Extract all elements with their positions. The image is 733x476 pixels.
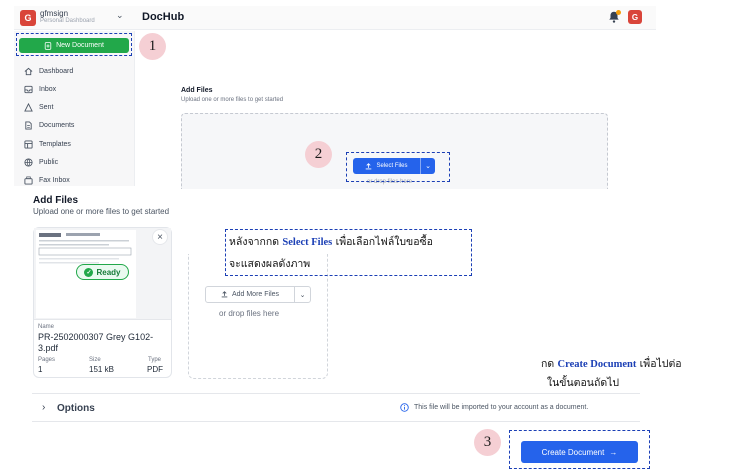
- step3-note-suffix: เพื่อไปต่อ: [636, 358, 682, 370]
- add-files-title: Add Files: [181, 87, 213, 94]
- sidebar-item-fax-inbox[interactable]: Fax Inbox: [24, 176, 70, 185]
- file-name-label: Name: [38, 324, 55, 330]
- file-pages-value: 1: [38, 365, 43, 374]
- sidebar-item-templates[interactable]: Templates: [24, 140, 71, 149]
- add-files-title: Add Files: [33, 195, 79, 206]
- check-icon: ✓: [84, 267, 94, 277]
- step2-marker: 2: [305, 141, 332, 168]
- info-icon: [400, 403, 409, 412]
- step3-note-line2: ในขั้นตอนถัดไป: [547, 377, 620, 389]
- step2-note-line2: จะแสดงผลดังภาพ: [229, 258, 311, 270]
- inbox-icon: [24, 85, 33, 94]
- workspace-subtitle: Personal Dashboard: [40, 18, 95, 24]
- upload-icon: [221, 291, 228, 298]
- sidebar-item-documents[interactable]: Documents: [24, 121, 74, 130]
- sidebar-item-dashboard[interactable]: Dashboard: [24, 67, 73, 76]
- chevron-down-icon[interactable]: ⌄: [294, 287, 310, 302]
- sidebar-item-label: Sent: [39, 104, 54, 111]
- step2-highlight-box: [346, 152, 450, 182]
- fax-icon: [24, 176, 33, 185]
- app-title: DocHub: [142, 11, 185, 23]
- file-type-value: PDF: [147, 365, 163, 374]
- ready-status-badge: ✓ Ready: [76, 264, 129, 280]
- send-icon: [24, 103, 33, 112]
- sidebar-item-label: Public: [39, 159, 59, 166]
- sidebar-item-label: Templates: [39, 141, 71, 148]
- step2-note-line1: หลังจากกด Select Files เพื่อเลือกไฟล์ใบข…: [229, 231, 433, 254]
- file-name: PR-2502000307 Grey G102-3.pdf: [38, 332, 154, 353]
- chevron-down-icon[interactable]: ⌄: [116, 10, 124, 21]
- add-more-files-label: Add More Files: [231, 291, 280, 298]
- sidebar-item-public[interactable]: Public: [24, 158, 58, 167]
- add-files-subtitle: Upload one or more files to get started: [33, 207, 170, 216]
- drop-files-text: or drop files here: [219, 309, 280, 318]
- import-note: This file will be imported to your accou…: [414, 404, 589, 411]
- file-pages-label: Pages: [38, 357, 56, 363]
- step3-marker: 3: [474, 429, 501, 456]
- step2-note-suffix: เพื่อเลือกไฟล์ใบขอซื้อ: [332, 236, 433, 248]
- sidebar-item-label: Dashboard: [39, 68, 74, 75]
- document-icon: [25, 121, 32, 130]
- step3-note-highlight: Create Document: [557, 359, 637, 370]
- sidebar-item-inbox[interactable]: Inbox: [24, 85, 56, 94]
- step1-highlight-box: [16, 33, 132, 56]
- top-app-bar: [14, 6, 656, 30]
- sidebar-item-label: Fax Inbox: [39, 177, 70, 184]
- add-more-files-button[interactable]: Add More Files ⌄: [205, 286, 311, 303]
- file-size-label: Size: [89, 357, 101, 363]
- notification-badge: [616, 10, 621, 15]
- file-size-value: 151 kB: [89, 365, 114, 374]
- step2-note-highlight: Select Files: [282, 237, 333, 248]
- user-avatar[interactable]: G: [628, 10, 642, 24]
- sidebar-item-label: Documents: [39, 122, 75, 129]
- chevron-right-icon[interactable]: ›: [42, 402, 45, 413]
- ready-label: Ready: [96, 267, 121, 277]
- options-toggle[interactable]: Options: [57, 403, 95, 414]
- remove-file-button[interactable]: ×: [152, 229, 168, 245]
- step3-note-prefix: กด: [541, 358, 558, 370]
- file-type-label: Type: [148, 357, 162, 363]
- step3-highlight-box: [509, 430, 650, 469]
- globe-icon: [24, 158, 33, 167]
- sidebar-item-label: Inbox: [39, 86, 57, 93]
- workspace-name[interactable]: gfmsign: [40, 9, 68, 18]
- sidebar-item-sent[interactable]: Sent: [24, 103, 53, 112]
- home-icon: [24, 67, 33, 76]
- close-icon: ×: [157, 231, 163, 243]
- add-files-subtitle: Upload one or more files to get started: [181, 97, 284, 103]
- workspace-logo[interactable]: G: [20, 10, 36, 26]
- template-icon: [24, 140, 33, 149]
- step2-note-prefix: หลังจากกด: [229, 236, 283, 248]
- step1-marker: 1: [139, 33, 166, 60]
